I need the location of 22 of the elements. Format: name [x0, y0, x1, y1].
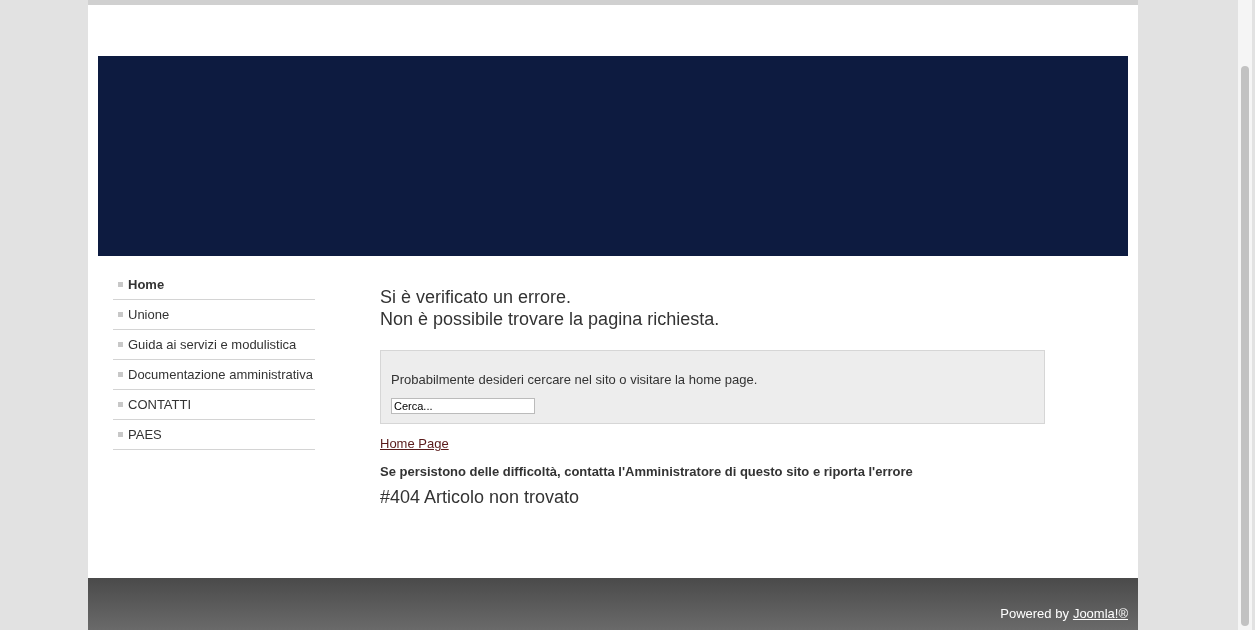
menu-item[interactable]: Home: [113, 270, 315, 300]
home-page-link[interactable]: Home Page: [380, 436, 449, 451]
footer-text: Powered by: [1000, 605, 1069, 621]
bullet-icon: [118, 402, 123, 407]
search-field[interactable]: Cerca...: [391, 398, 535, 414]
menu-item[interactable]: Documentazione amministrativa: [113, 360, 315, 390]
bullet-icon: [118, 432, 123, 437]
bullet-icon: [118, 282, 123, 287]
bullet-icon: [118, 372, 123, 377]
error-title: Non è possibile trovare la pagina richiesta.: [380, 308, 721, 330]
hint-text: Probabilmente desideri cercare nel sito o visitare la home page.: [391, 372, 759, 387]
menu-item[interactable]: CONTATTI: [113, 390, 315, 420]
menu-item[interactable]: PAES: [113, 420, 315, 450]
bullet-icon: [118, 312, 123, 317]
error-title: Si è verificato un errore.: [380, 286, 573, 308]
error-code: #404 Articolo non trovato: [380, 487, 581, 508]
menu-item[interactable]: Unione: [113, 300, 315, 330]
advice-text: Se persistono delle difficoltà, contatta l'Amministratore di questo sito e riporta l'errore: [380, 464, 914, 479]
scrollbar-thumb[interactable]: [1241, 66, 1249, 626]
bullet-icon: [118, 342, 123, 347]
joomla-link[interactable]: Joomla!®: [1072, 605, 1128, 621]
menu-item[interactable]: Guida ai servizi e modulistica: [113, 330, 315, 360]
